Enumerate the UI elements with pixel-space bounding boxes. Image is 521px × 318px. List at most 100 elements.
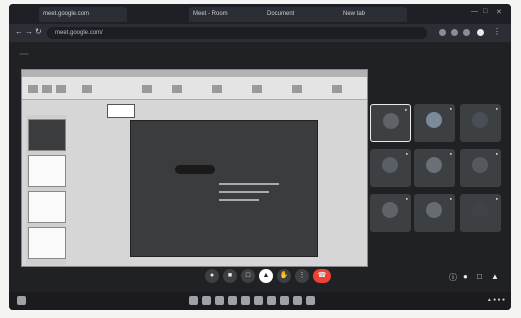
url-input[interactable]: meet.google.com/ (47, 27, 427, 39)
search-icon[interactable] (202, 296, 211, 305)
tab-label: Document (267, 11, 295, 17)
avatar (426, 112, 442, 128)
slide-shape (175, 165, 215, 174)
participant-tile[interactable]: ● (414, 194, 455, 232)
app-icon[interactable] (254, 296, 263, 305)
menu-icon[interactable]: ⋮ (493, 27, 501, 36)
shared-screen (21, 69, 368, 267)
weather-icon[interactable] (17, 296, 26, 305)
minimize-icon[interactable]: — (471, 8, 478, 15)
forward-icon[interactable]: → (25, 27, 33, 36)
chat-icon[interactable]: □ (477, 272, 482, 281)
avatar (382, 202, 398, 218)
mic-icon[interactable]: ● (205, 269, 219, 283)
tab-meet[interactable]: meet.google.com (39, 7, 127, 22)
slide-thumbnail (28, 119, 66, 151)
tab-document[interactable]: Document (263, 7, 341, 22)
activities-icon[interactable]: ▲ (491, 272, 499, 281)
avatar (472, 157, 488, 173)
ribbon-button (82, 85, 92, 93)
presenting-chip[interactable] (19, 53, 29, 55)
ppt-tooltip (107, 104, 135, 118)
mic-off-icon: ● (405, 151, 408, 156)
ppt-ribbon (22, 77, 367, 100)
mic-off-icon: ● (449, 196, 452, 201)
start-icon[interactable] (189, 296, 198, 305)
info-icon[interactable]: ⓘ (449, 272, 457, 283)
avatar (472, 202, 488, 218)
mic-off-icon: ● (449, 106, 452, 111)
file-explorer-icon[interactable] (228, 296, 237, 305)
browser-tab-bar: meet.google.com Meet - Room Document New… (9, 4, 511, 24)
ribbon-button (212, 85, 222, 93)
participant-tile[interactable]: ● (460, 194, 501, 232)
back-icon[interactable]: ← (15, 27, 23, 36)
avatar (383, 113, 399, 129)
slide-text-line (219, 191, 269, 193)
more-options-icon[interactable]: ⋮ (295, 269, 309, 283)
end-call-icon[interactable]: ☎ (313, 269, 331, 283)
app-icon[interactable] (293, 296, 302, 305)
mic-off-icon: ● (404, 107, 407, 112)
ribbon-button (172, 85, 182, 93)
mic-off-icon: ● (449, 151, 452, 156)
ribbon-button (292, 85, 302, 93)
people-icon[interactable]: ● (463, 272, 468, 281)
participant-tile[interactable]: ● (460, 104, 501, 142)
tab-label: meet.google.com (43, 11, 90, 17)
mic-off-icon: ● (495, 151, 498, 156)
task-view-icon[interactable] (215, 296, 224, 305)
tab-new[interactable]: New tab (339, 7, 407, 22)
participant-tile[interactable]: ● (414, 104, 455, 142)
app-icon[interactable] (280, 296, 289, 305)
slide-text-line (219, 183, 279, 185)
raise-hand-icon[interactable]: ✋ (277, 269, 291, 283)
extension-icon[interactable] (439, 29, 446, 36)
participant-tile[interactable]: ● (460, 149, 501, 187)
ribbon-button (56, 85, 66, 93)
slide-thumbnail (28, 227, 66, 259)
avatar (382, 157, 398, 173)
meet-control-bar: ● ■ □ ▲ ✋ ⋮ ☎ ⓘ ● □ ▲ (9, 268, 511, 290)
monitor-screen: meet.google.com Meet - Room Document New… (9, 4, 511, 310)
slide-canvas (130, 120, 318, 257)
profile-avatar-icon[interactable] (477, 29, 484, 36)
extension-icon[interactable] (451, 29, 458, 36)
avatar (426, 202, 442, 218)
captions-icon[interactable]: □ (241, 269, 255, 283)
tab-label: New tab (343, 11, 366, 17)
system-tray[interactable]: ▲ ● ● ● (487, 297, 505, 303)
close-icon[interactable]: ✕ (496, 8, 502, 16)
app-icon[interactable] (306, 296, 315, 305)
ppt-title-bar (22, 70, 367, 77)
maximize-icon[interactable]: □ (483, 8, 487, 15)
present-icon[interactable]: ▲ (259, 269, 273, 283)
avatar (426, 157, 442, 173)
slide-thumbnail-pane (26, 115, 66, 265)
os-taskbar: ▲ ● ● ● (9, 292, 511, 310)
mic-off-icon: ● (405, 196, 408, 201)
slide-text-line (219, 199, 259, 201)
participant-tile[interactable]: ● (414, 149, 455, 187)
slide-thumbnail (28, 155, 66, 187)
avatar (472, 112, 488, 128)
app-icon[interactable] (267, 296, 276, 305)
ribbon-button (142, 85, 152, 93)
tab-meet-room[interactable]: Meet - Room (189, 7, 267, 22)
tab-label: Meet - Room (193, 11, 228, 17)
participant-tile[interactable]: ● (370, 194, 411, 232)
ribbon-button (28, 85, 38, 93)
address-bar-row: ← → ↻ meet.google.com/ ⋮ (9, 24, 511, 42)
presenting-banner (19, 48, 35, 60)
ribbon-button (252, 85, 262, 93)
slide-thumbnail (28, 191, 66, 223)
reload-icon[interactable]: ↻ (35, 27, 42, 36)
participant-tile[interactable]: ● (370, 104, 411, 142)
ribbon-button (42, 85, 52, 93)
extension-icon[interactable] (463, 29, 470, 36)
mic-off-icon: ● (495, 196, 498, 201)
camera-icon[interactable]: ■ (223, 269, 237, 283)
participant-tile[interactable]: ● (370, 149, 411, 187)
browser-icon[interactable] (241, 296, 250, 305)
mic-off-icon: ● (495, 106, 498, 111)
